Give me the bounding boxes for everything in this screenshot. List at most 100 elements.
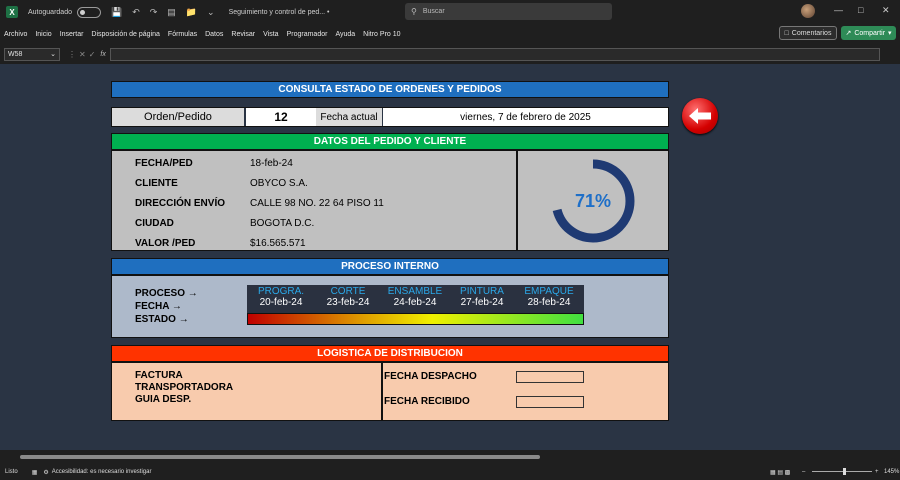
chevron-down-icon: ⌄ <box>50 51 56 58</box>
excel-logo-icon: X <box>6 6 18 18</box>
tab-insertar[interactable]: Insertar <box>60 31 84 38</box>
field-value-direccion: CALLE 98 NO. 22 64 PISO 11 <box>250 197 384 209</box>
formula-controls: ⋮✕✓ <box>68 49 99 59</box>
status-gradient-bar <box>247 313 584 325</box>
comment-icon: □ <box>784 29 789 37</box>
process-section-title: PROCESO INTERNO <box>111 258 669 275</box>
tab-revisar[interactable]: Revisar <box>231 31 255 38</box>
tab-ayuda[interactable]: Ayuda <box>335 31 355 38</box>
dispatch-date-field[interactable] <box>516 371 584 383</box>
stage-empaque: EMPAQUE 28-feb-24 <box>516 286 582 308</box>
status-ready: Listo <box>5 469 18 475</box>
ribbon-tabs: Archivo Inicio Insertar Disposición de p… <box>0 24 900 44</box>
search-input[interactable]: ⚲ Buscar <box>405 3 612 20</box>
comments-button[interactable]: □ Comentarios <box>779 26 837 40</box>
tab-inicio[interactable]: Inicio <box>35 31 51 38</box>
stage-name: PINTURA <box>460 286 504 297</box>
state-label: ESTADO → <box>135 313 189 325</box>
tab-archivo[interactable]: Archivo <box>4 31 27 38</box>
maximize-icon[interactable]: □ <box>858 5 863 15</box>
customize-toolbar-icon[interactable]: ⌄ <box>207 7 215 18</box>
zoom-in-icon[interactable]: + <box>875 469 879 475</box>
zoom-slider[interactable] <box>812 471 872 472</box>
field-value-cliente: OBYCO S.A. <box>250 177 308 189</box>
name-box[interactable]: W58 ⌄ <box>4 47 60 61</box>
formula-input[interactable] <box>109 47 880 61</box>
zoom-level[interactable]: 145% <box>884 469 899 475</box>
search-icon: ⚲ <box>411 7 417 16</box>
stage-corte: CORTE 23-feb-24 <box>315 286 381 308</box>
field-value-valor: $16.565.571 <box>250 237 306 249</box>
function-icon[interactable]: fx <box>100 51 105 58</box>
close-icon[interactable]: ✕ <box>882 5 890 16</box>
dispatch-guide-label: GUIA DESP. <box>135 394 192 405</box>
current-date-value: viernes, 7 de febrero de 2025 <box>383 108 668 126</box>
folder-icon[interactable]: 📁 <box>186 7 197 18</box>
comments-label: Comentarios <box>791 29 832 37</box>
stage-name: CORTE <box>330 286 366 297</box>
accessibility-icon: ⚙ <box>43 469 49 476</box>
chevron-down-icon: ▾ <box>888 30 892 37</box>
formula-bar: W58 ⌄ ⋮✕✓ fx <box>0 46 900 62</box>
progress-percent: 71% <box>574 190 612 211</box>
scrollbar-thumb[interactable] <box>20 455 540 459</box>
macro-icon[interactable]: ▦ <box>32 469 38 476</box>
field-value-ciudad: BOGOTA D.C. <box>250 217 315 229</box>
zoom-slider-thumb[interactable] <box>843 468 846 475</box>
stage-date: 27-feb-24 <box>460 297 504 308</box>
field-label-ciudad: CIUDAD <box>135 217 174 229</box>
process-stages: PROGRA. 20-feb-24 CORTE 23-feb-24 ENSAMB… <box>247 285 584 313</box>
received-date-field[interactable] <box>516 396 584 408</box>
autosave-toggle[interactable] <box>76 6 101 18</box>
order-input[interactable]: 12 <box>246 108 316 126</box>
progress-donut: 71% <box>549 157 637 245</box>
tab-nitro[interactable]: Nitro Pro 10 <box>363 31 400 38</box>
stage-pintura: PINTURA 27-feb-24 <box>449 286 515 308</box>
form-icon[interactable]: ▤ <box>167 7 176 18</box>
tab-disposicion[interactable]: Disposición de página <box>91 31 160 38</box>
dispatch-date-label: FECHA DESPACHO <box>384 371 477 382</box>
arrow-left-icon <box>689 108 711 124</box>
field-label-direccion: DIRECCIÓN ENVÍO <box>135 197 226 209</box>
share-button[interactable]: ↗ Compartir ▾ <box>841 26 896 40</box>
stage-date: 28-feb-24 <box>527 297 571 308</box>
minimize-icon[interactable]: — <box>834 5 843 15</box>
name-box-value: W58 <box>8 50 23 58</box>
stage-name: PROGRA. <box>257 286 305 297</box>
tab-formulas[interactable]: Fórmulas <box>168 31 197 38</box>
redo-icon[interactable]: ↷ <box>150 7 158 18</box>
current-date-label: Fecha actual <box>316 108 382 126</box>
stage-name: EMPAQUE <box>524 286 574 297</box>
autosave-label: Autoguardado <box>28 8 72 16</box>
stage-progra: PROGRA. 20-feb-24 <box>248 286 314 308</box>
share-label: Compartir <box>854 29 886 37</box>
stage-date: 23-feb-24 <box>326 297 370 308</box>
save-icon[interactable]: 💾 <box>111 7 122 18</box>
received-date-label: FECHA RECIBIDO <box>384 396 470 407</box>
stage-date: 20-feb-24 <box>259 297 303 308</box>
page-title: CONSULTA ESTADO DE ORDENES Y PEDIDOS <box>111 81 669 98</box>
document-title[interactable]: Seguimiento y control de ped... • <box>229 9 330 16</box>
field-label-valor: VALOR /PED <box>135 237 196 249</box>
tab-datos[interactable]: Datos <box>205 31 223 38</box>
share-icon: ↗ <box>845 30 852 37</box>
client-section-title: DATOS DEL PEDIDO Y CLIENTE <box>111 133 669 150</box>
tab-programador[interactable]: Programador <box>287 31 328 38</box>
search-placeholder: Buscar <box>422 8 445 15</box>
accessibility-status[interactable]: Accesibilidad: es necesario investigar <box>52 469 152 475</box>
order-label: Orden/Pedido <box>112 108 244 126</box>
view-icons[interactable]: ▦ ▤ ▩ <box>770 469 790 476</box>
field-label-cliente: CLIENTE <box>135 177 178 189</box>
field-label-fecha: FECHA/PED <box>135 157 193 169</box>
back-button[interactable] <box>682 98 718 134</box>
process-label: PROCESO → <box>135 287 198 299</box>
tab-vista[interactable]: Vista <box>263 31 278 38</box>
stage-date: 24-feb-24 <box>393 297 437 308</box>
status-bar: Listo ▦ ⚙ Accesibilidad: es necesario in… <box>0 464 900 480</box>
horizontal-scrollbar[interactable] <box>0 450 900 464</box>
stage-name: ENSAMBLE <box>387 286 443 297</box>
undo-icon[interactable]: ↶ <box>132 7 140 18</box>
avatar[interactable] <box>801 4 815 18</box>
stage-ensamble: ENSAMBLE 24-feb-24 <box>382 286 448 308</box>
zoom-out-icon[interactable]: – <box>802 469 805 475</box>
